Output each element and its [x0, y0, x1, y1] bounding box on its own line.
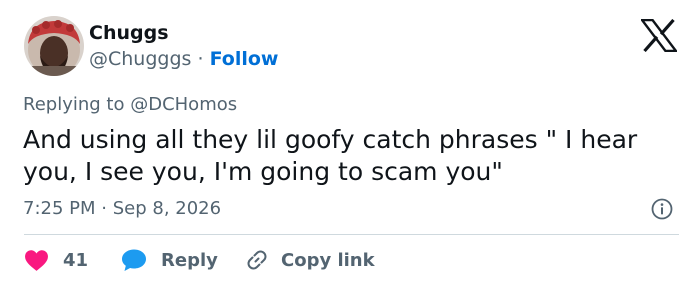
reply-button[interactable]: Reply — [121, 244, 218, 276]
timestamp-separator: · — [101, 198, 107, 219]
tweet-card: Chuggs @Chugggs · Follow Replying to @DC… — [0, 0, 700, 287]
reply-mention[interactable]: @DCHomos — [130, 94, 237, 115]
tweet-text-line: And using all they lil goofy catch phras… — [23, 125, 638, 154]
author-name[interactable]: Chuggs — [89, 21, 169, 45]
reply-context: Replying to @DCHomos — [23, 93, 237, 117]
author-handle[interactable]: @Chugggs — [89, 48, 191, 70]
handle-separator: · — [197, 48, 204, 70]
tweet-text-line: you, I see you, I'm going to scam you" — [23, 157, 503, 186]
follow-button[interactable]: Follow — [210, 48, 279, 70]
timestamp[interactable]: 7:25 PM · Sep 8, 2026 — [23, 197, 221, 221]
link-icon — [247, 250, 267, 270]
avatar-image — [24, 16, 84, 76]
timestamp-time: 7:25 PM — [23, 198, 96, 219]
timestamp-date: Sep 8, 2026 — [112, 198, 222, 219]
speech-bubble-icon — [122, 249, 146, 271]
info-icon[interactable] — [651, 198, 673, 220]
copy-link-label: Copy link — [281, 249, 375, 271]
reply-label: Reply — [161, 249, 218, 271]
copy-link-button[interactable]: Copy link — [245, 244, 375, 276]
tweet-text: And using all they lil goofy catch phras… — [23, 124, 673, 188]
like-button[interactable]: 41 — [24, 244, 88, 276]
x-logo-icon[interactable] — [641, 19, 677, 52]
heart-icon — [25, 249, 48, 271]
avatar[interactable] — [24, 16, 84, 76]
action-bar: 41 Reply Copy link — [0, 244, 700, 276]
divider — [24, 234, 679, 235]
like-count: 41 — [63, 249, 89, 271]
author-handle-line: @Chugggs · Follow — [89, 47, 278, 71]
reply-prefix: Replying to — [23, 94, 125, 115]
